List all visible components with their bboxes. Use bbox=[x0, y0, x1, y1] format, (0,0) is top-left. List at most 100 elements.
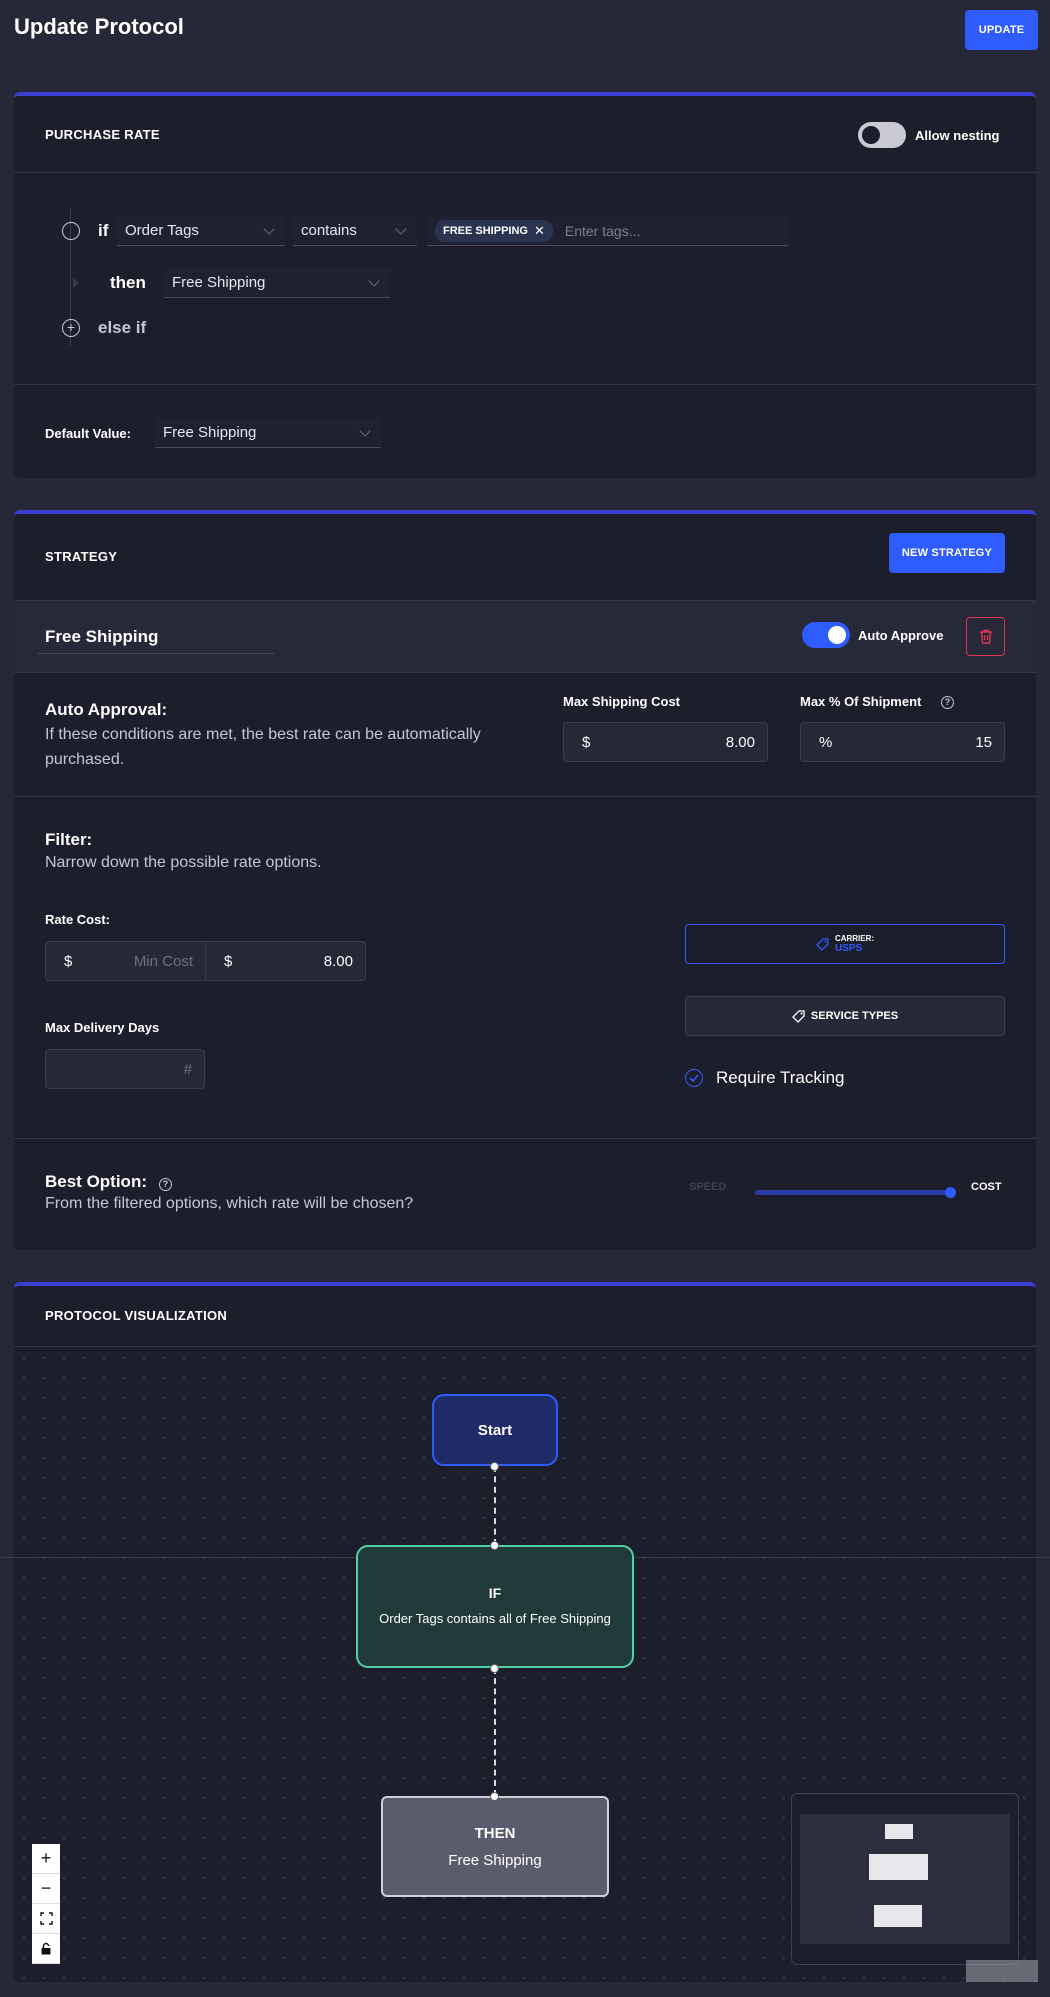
best-option-desc: From the filtered options, which rate wi… bbox=[45, 1195, 414, 1212]
min-cost-input[interactable]: $ Min Cost bbox=[45, 941, 206, 981]
chevron-down-icon bbox=[263, 223, 275, 235]
if-label: if bbox=[98, 221, 109, 240]
max-shipping-cost-label: Max Shipping Cost bbox=[563, 694, 680, 709]
cost-label: COST bbox=[971, 1181, 1002, 1193]
max-pct-value: 15 bbox=[975, 733, 992, 751]
visualization-title: PROTOCOL VISUALIZATION bbox=[45, 1308, 228, 1323]
minimap-node bbox=[885, 1824, 913, 1839]
max-cost-input[interactable]: $ 8.00 bbox=[205, 941, 366, 981]
fit-view-button[interactable] bbox=[32, 1904, 60, 1934]
currency-prefix: $ bbox=[224, 952, 233, 970]
max-pct-input[interactable]: % 15 bbox=[800, 722, 1005, 762]
service-types-label: SERVICE TYPES bbox=[810, 1010, 899, 1022]
then-label: then bbox=[110, 273, 146, 292]
max-pct-label: Max % Of Shipment bbox=[800, 694, 922, 709]
then-select[interactable]: Free Shipping bbox=[164, 268, 390, 298]
help-icon[interactable]: ? bbox=[159, 1178, 172, 1191]
best-option-slider[interactable] bbox=[755, 1187, 956, 1198]
start-node[interactable]: Start bbox=[432, 1394, 558, 1466]
node-handle[interactable] bbox=[490, 1462, 499, 1471]
auto-approval-desc: If these conditions are met, the best ra… bbox=[45, 726, 481, 768]
then-node[interactable]: THEN Free Shipping bbox=[381, 1796, 609, 1897]
tag-chip-label: FREE SHIPPING bbox=[443, 224, 528, 237]
allow-nesting-label: Allow nesting bbox=[915, 128, 1000, 143]
operator-select[interactable]: contains bbox=[293, 216, 417, 246]
then-value: Free Shipping bbox=[172, 274, 266, 291]
then-node-desc: Free Shipping bbox=[448, 1851, 542, 1869]
currency-prefix: $ bbox=[582, 733, 591, 751]
tag-icon bbox=[791, 1009, 805, 1023]
update-button[interactable]: UPDATE bbox=[965, 10, 1038, 50]
condition-radio[interactable] bbox=[62, 222, 80, 240]
add-circle-icon[interactable]: + bbox=[62, 319, 80, 337]
minimap-node bbox=[874, 1905, 922, 1927]
else-if-button[interactable]: else if bbox=[98, 318, 146, 338]
page-title: Update Protocol bbox=[14, 14, 184, 39]
lock-icon bbox=[41, 1942, 51, 1955]
default-value-label: Default Value: bbox=[45, 426, 131, 441]
auto-approve-label: Auto Approve bbox=[858, 628, 944, 643]
chevron-down-icon bbox=[395, 223, 407, 235]
if-node[interactable]: IF Order Tags contains all of Free Shipp… bbox=[356, 1545, 634, 1668]
min-cost-placeholder: Min Cost bbox=[133, 952, 193, 970]
new-strategy-button[interactable]: NEW STRATEGY bbox=[889, 533, 1005, 573]
help-icon[interactable]: ? bbox=[941, 696, 954, 709]
then-node-title: THEN bbox=[474, 1824, 516, 1842]
minimap-node bbox=[869, 1854, 928, 1880]
tags-input[interactable]: FREE SHIPPING ✕ Enter tags... bbox=[427, 216, 788, 246]
require-tracking-checkbox[interactable] bbox=[685, 1069, 703, 1087]
currency-prefix: $ bbox=[64, 952, 73, 970]
filter-title: Filter: bbox=[45, 830, 93, 849]
node-handle[interactable] bbox=[490, 1664, 499, 1673]
require-tracking-label: Require Tracking bbox=[716, 1068, 845, 1087]
tag-icon bbox=[816, 937, 829, 951]
max-cost-value: 8.00 bbox=[323, 952, 353, 970]
carrier-value: USPS bbox=[834, 943, 863, 954]
minimap[interactable] bbox=[791, 1793, 1019, 1965]
max-delivery-input[interactable]: # bbox=[45, 1049, 205, 1089]
field-select[interactable]: Order Tags bbox=[117, 216, 285, 246]
node-handle[interactable] bbox=[490, 1792, 499, 1801]
best-option-title: Best Option: bbox=[45, 1172, 147, 1191]
check-icon bbox=[689, 1074, 699, 1082]
delete-strategy-button[interactable] bbox=[966, 617, 1005, 656]
filter-desc: Narrow down the possible rate options. bbox=[45, 854, 322, 871]
max-shipping-cost-input[interactable]: $ 8.00 bbox=[563, 722, 768, 762]
auto-approval-title: Auto Approval: bbox=[45, 700, 168, 719]
fit-view-icon bbox=[39, 1912, 53, 1925]
purchase-rate-title: PURCHASE RATE bbox=[45, 127, 160, 142]
carrier-button[interactable]: CARRIER: USPS bbox=[685, 924, 1005, 964]
field-value: Order Tags bbox=[125, 222, 199, 239]
strategy-name-input[interactable]: Free Shipping bbox=[38, 620, 274, 654]
default-value: Free Shipping bbox=[163, 424, 257, 441]
node-handle[interactable] bbox=[490, 1541, 499, 1550]
speed-label: SPEED bbox=[689, 1181, 727, 1193]
trash-icon bbox=[979, 629, 992, 644]
zoom-in-button[interactable]: + bbox=[32, 1844, 60, 1874]
auto-approve-toggle[interactable] bbox=[802, 622, 850, 648]
purchase-rate-card: PURCHASE RATE Allow nesting if Order Tag… bbox=[14, 92, 1036, 478]
default-value-select[interactable]: Free Shipping bbox=[155, 418, 381, 448]
chevron-down-icon bbox=[359, 425, 371, 437]
strategy-card: STRATEGY NEW STRATEGY Free Shipping Auto… bbox=[14, 510, 1036, 1250]
tags-placeholder: Enter tags... bbox=[564, 222, 641, 239]
strategy-name-value: Free Shipping bbox=[45, 626, 159, 646]
max-shipping-cost-value: 8.00 bbox=[725, 733, 755, 751]
max-delivery-placeholder: # bbox=[183, 1060, 192, 1078]
if-node-title: IF bbox=[488, 1585, 502, 1601]
start-node-label: Start bbox=[477, 1421, 513, 1439]
strategy-title: STRATEGY bbox=[45, 549, 118, 564]
operator-value: contains bbox=[301, 222, 357, 239]
tag-chip: FREE SHIPPING ✕ bbox=[435, 219, 553, 242]
attribution-badge[interactable] bbox=[966, 1960, 1038, 1982]
chevron-down-icon bbox=[368, 275, 380, 287]
allow-nesting-toggle[interactable] bbox=[858, 122, 906, 148]
service-types-button[interactable]: SERVICE TYPES bbox=[685, 996, 1005, 1036]
lock-button[interactable] bbox=[32, 1934, 60, 1964]
close-icon[interactable]: ✕ bbox=[534, 223, 545, 239]
rate-cost-label: Rate Cost: bbox=[45, 912, 111, 927]
max-delivery-label: Max Delivery Days bbox=[45, 1020, 160, 1035]
slider-handle[interactable] bbox=[945, 1187, 956, 1198]
if-node-desc: Order Tags contains all of Free Shipping bbox=[379, 1611, 611, 1626]
zoom-out-button[interactable]: − bbox=[32, 1874, 60, 1904]
